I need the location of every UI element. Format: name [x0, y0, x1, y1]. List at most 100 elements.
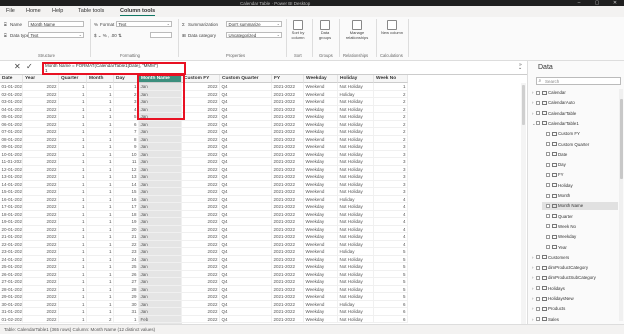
table-cell[interactable]: Holiday — [338, 248, 374, 256]
table-cell[interactable]: Weekday — [304, 308, 338, 316]
table-cell[interactable]: Weekday — [304, 270, 338, 278]
table-cell[interactable]: Q4 — [220, 195, 272, 203]
table-cell[interactable]: 2022 — [182, 195, 220, 203]
table-cell[interactable]: Q4 — [220, 218, 272, 226]
table-cell[interactable]: 2022 — [182, 210, 220, 218]
table-cell[interactable]: 2021-2022 — [272, 210, 304, 218]
table-cell[interactable]: Weekday — [304, 218, 338, 226]
data-pane-field-item[interactable]: Date — [542, 151, 618, 159]
table-cell[interactable]: 27 — [114, 278, 139, 286]
table-cell[interactable]: Weekend — [304, 90, 338, 98]
table-cell[interactable]: Q4 — [220, 300, 272, 308]
table-cell[interactable]: 2021-2022 — [272, 165, 304, 173]
table-cell[interactable]: 11-01-2022 — [0, 158, 23, 166]
table-cell[interactable]: 5 — [374, 255, 408, 263]
column-header-month[interactable]: Month — [87, 75, 114, 83]
table-cell[interactable]: 27-01-2022 — [0, 278, 23, 286]
table-cell[interactable]: 1 — [87, 113, 114, 121]
table-cell[interactable]: 2022 — [182, 150, 220, 158]
table-cell[interactable]: 2022 — [182, 300, 220, 308]
table-cell[interactable]: Jan — [139, 120, 182, 128]
checkbox[interactable] — [546, 183, 550, 188]
table-cell[interactable]: 1 — [59, 98, 87, 106]
column-name-input[interactable]: Month Name — [28, 21, 84, 27]
table-cell[interactable]: 1 — [87, 270, 114, 278]
table-cell[interactable]: Q4 — [220, 165, 272, 173]
table-cell[interactable]: Jan — [139, 233, 182, 241]
data-pane-field-item[interactable]: Week No — [542, 223, 618, 231]
table-cell[interactable]: 8 — [114, 135, 139, 143]
table-cell[interactable]: 2021-2022 — [272, 188, 304, 196]
table-cell[interactable]: Weekday — [304, 128, 338, 136]
table-cell[interactable]: 28-01-2022 — [0, 285, 23, 293]
table-cell[interactable]: 2022 — [182, 233, 220, 241]
table-cell[interactable]: 2022 — [182, 315, 220, 323]
table-cell[interactable]: 12 — [114, 165, 139, 173]
table-cell[interactable]: 21-01-2022 — [0, 233, 23, 241]
table-cell[interactable]: 2022 — [23, 285, 59, 293]
table-cell[interactable]: 18-01-2022 — [0, 210, 23, 218]
table-cell[interactable]: 1 — [87, 285, 114, 293]
table-cell[interactable]: Weekday — [304, 233, 338, 241]
table-cell[interactable]: Not Holiday — [338, 293, 374, 301]
table-cell[interactable]: 25-01-2022 — [0, 263, 23, 271]
table-cell[interactable]: 2021-2022 — [272, 180, 304, 188]
table-cell[interactable]: Weekday — [304, 285, 338, 293]
table-cell[interactable]: 2022 — [23, 143, 59, 151]
data-pane-table-item[interactable]: › Sales — [532, 316, 618, 324]
checkbox[interactable] — [536, 275, 540, 280]
table-cell[interactable]: 2022 — [182, 218, 220, 226]
table-cell[interactable]: 1 — [87, 143, 114, 151]
data-pane-table-item[interactable]: ⌄ CalendarTable1 — [532, 120, 618, 128]
table-cell[interactable]: 09-01-2022 — [0, 143, 23, 151]
checkbox[interactable] — [546, 224, 550, 229]
table-cell[interactable]: 2022 — [23, 98, 59, 106]
table-cell[interactable]: 2 — [374, 105, 408, 113]
table-cell[interactable]: 2021-2022 — [272, 98, 304, 106]
table-cell[interactable]: Q4 — [220, 278, 272, 286]
table-cell[interactable]: 2022 — [23, 165, 59, 173]
table-cell[interactable]: 5 — [374, 270, 408, 278]
table-cell[interactable]: 1 — [59, 218, 87, 226]
table-cell[interactable]: Q4 — [220, 285, 272, 293]
table-cell[interactable]: 1 — [59, 165, 87, 173]
table-cell[interactable]: 1 — [59, 83, 87, 91]
table-cell[interactable]: 2022 — [182, 165, 220, 173]
table-cell[interactable]: 3 — [374, 158, 408, 166]
table-cell[interactable]: 16-01-2022 — [0, 195, 23, 203]
data-pane-field-item[interactable]: Quarter — [542, 213, 618, 221]
table-cell[interactable]: Q4 — [220, 150, 272, 158]
table-cell[interactable]: 1 — [59, 248, 87, 256]
table-cell[interactable]: Weekend — [304, 83, 338, 91]
table-cell[interactable]: Jan — [139, 218, 182, 226]
table-cell[interactable]: Not Holiday — [338, 188, 374, 196]
grid-scrollbar[interactable] — [521, 83, 526, 324]
table-cell[interactable]: Weekday — [304, 255, 338, 263]
table-cell[interactable]: 3 — [374, 165, 408, 173]
summarization-dropdown[interactable]: Don't summarize — [226, 21, 282, 27]
data-pane-field-item[interactable]: Year — [542, 244, 618, 252]
table-cell[interactable]: 1 — [59, 180, 87, 188]
table-cell[interactable]: Jan — [139, 128, 182, 136]
table-cell[interactable]: 31 — [114, 308, 139, 316]
table-cell[interactable]: 2022 — [182, 120, 220, 128]
table-cell[interactable]: Q4 — [220, 105, 272, 113]
collapse-pane-icon[interactable]: » — [519, 62, 522, 68]
data-pane-table-item[interactable]: › Calendar — [532, 89, 618, 97]
table-cell[interactable]: 2021-2022 — [272, 83, 304, 91]
table-cell[interactable]: 1 — [114, 315, 139, 323]
table-cell[interactable]: 1 — [59, 158, 87, 166]
table-cell[interactable]: Q4 — [220, 128, 272, 136]
table-cell[interactable]: 1 — [87, 278, 114, 286]
table-cell[interactable]: Jan — [139, 158, 182, 166]
table-cell[interactable]: Q4 — [220, 98, 272, 106]
table-cell[interactable]: 2022 — [23, 225, 59, 233]
tab-table-tools[interactable]: Table tools — [78, 8, 104, 16]
table-cell[interactable]: Not Holiday — [338, 278, 374, 286]
table-cell[interactable]: 2 — [87, 315, 114, 323]
data-search-input[interactable]: ⌕ Search — [536, 77, 621, 85]
table-cell[interactable]: Not Holiday — [338, 315, 374, 323]
table-cell[interactable]: Q4 — [220, 90, 272, 98]
data-pane-field-item[interactable]: Custom FY — [542, 130, 618, 138]
table-cell[interactable]: 2022 — [182, 180, 220, 188]
